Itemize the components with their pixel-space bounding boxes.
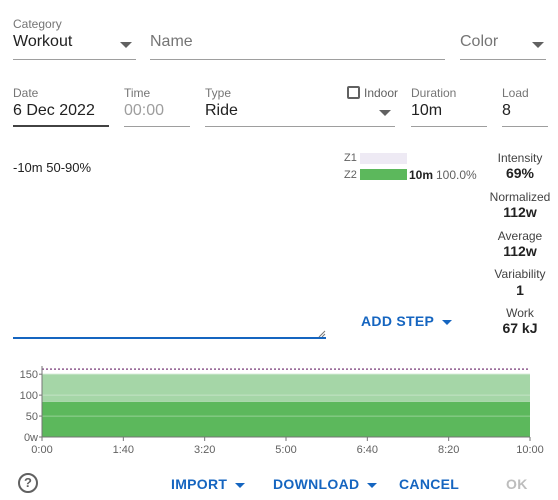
color-placeholder: Color [460, 33, 499, 50]
y-tick-label: 100 [20, 390, 38, 402]
x-tick-label: 3:20 [194, 444, 215, 456]
power-band [42, 401, 530, 437]
type-select[interactable]: Ride [205, 102, 395, 126]
cancel-button[interactable]: CANCEL [399, 476, 459, 492]
category-value: Workout [13, 33, 73, 50]
y-tick-label: 50 [26, 411, 38, 423]
power-chart: 0w 50 100 150 0:00 1:40 3:20 5:00 6:40 8:20 10:00 [20, 366, 544, 456]
x-tick-label: 0:00 [31, 444, 52, 456]
stat-label: Work [506, 306, 534, 320]
stat-label: Average [497, 229, 543, 243]
date-label: Date [13, 86, 39, 100]
duration-underline [411, 126, 487, 127]
x-tick-label: 5:00 [275, 444, 296, 456]
add-step-label: ADD STEP [361, 313, 435, 329]
date-underline [13, 125, 109, 127]
duration-field[interactable]: 10m [411, 102, 487, 126]
editor-text: -10m 50-90% [13, 160, 92, 175]
download-label: DOWNLOAD [273, 476, 360, 492]
category-underline [13, 59, 136, 60]
color-select[interactable]: Color [460, 33, 546, 59]
add-step-button[interactable]: ADD STEP [361, 313, 453, 329]
x-tick-label: 1:40 [113, 444, 134, 456]
y-tick-label: 0w [24, 432, 38, 444]
zone-bar-fill [360, 169, 407, 180]
time-underline [124, 126, 190, 127]
x-tick-label: 6:40 [357, 444, 378, 456]
stat-label: Normalized [489, 190, 551, 204]
color-underline [460, 59, 546, 60]
name-placeholder: Name [150, 33, 193, 50]
editor-underline [13, 337, 326, 339]
x-tick-label: 10:00 [516, 444, 544, 456]
chevron-down-icon [442, 319, 453, 325]
checkbox-icon[interactable] [347, 86, 360, 99]
load-field[interactable]: 8 [502, 102, 548, 126]
x-tick-label: 8:20 [438, 444, 459, 456]
zone-name: Z1 [344, 152, 357, 164]
import-button[interactable]: IMPORT [171, 476, 246, 492]
zone-bar-track [360, 153, 407, 164]
chevron-down-icon [120, 42, 132, 48]
zone-percent: 100.0% [436, 168, 477, 182]
workout-text-editor[interactable]: -10m 50-90% [13, 152, 326, 338]
power-band [42, 373, 530, 402]
chevron-down-icon [235, 482, 246, 488]
type-underline [205, 126, 395, 127]
ok-button[interactable]: OK [506, 476, 528, 492]
category-select[interactable]: Workout [13, 33, 136, 59]
name-field[interactable]: Name [150, 33, 445, 59]
stat-value: 1 [516, 282, 524, 298]
import-label: IMPORT [171, 476, 228, 492]
chevron-down-icon [532, 42, 544, 48]
stat-value: 112w [503, 243, 537, 259]
time-field[interactable]: 00:00 [124, 102, 190, 126]
load-label: Load [502, 86, 529, 100]
stat-label: Intensity [497, 151, 543, 165]
zone-duration: 10m [409, 168, 434, 182]
stat-value: 67 kJ [502, 320, 538, 336]
y-tick-label: 150 [20, 369, 38, 381]
chevron-down-icon [367, 482, 378, 488]
chevron-down-icon [379, 110, 391, 116]
download-button[interactable]: DOWNLOAD [273, 476, 378, 492]
zone-bar-track [360, 169, 407, 180]
type-label: Type [205, 86, 232, 100]
help-icon[interactable]: ? [18, 473, 38, 493]
time-label: Time [124, 86, 151, 100]
date-field[interactable]: 6 Dec 2022 [13, 102, 109, 126]
stat-label: Variability [494, 267, 546, 281]
stat-value: 69% [505, 165, 535, 181]
stat-value: 112w [503, 204, 537, 220]
category-label: Category [13, 17, 62, 31]
type-value: Ride [205, 102, 238, 119]
indoor-label: Indoor [364, 86, 399, 100]
zone-name: Z2 [344, 169, 357, 181]
duration-label: Duration [411, 86, 457, 100]
load-underline [502, 126, 548, 127]
name-underline [150, 59, 445, 60]
